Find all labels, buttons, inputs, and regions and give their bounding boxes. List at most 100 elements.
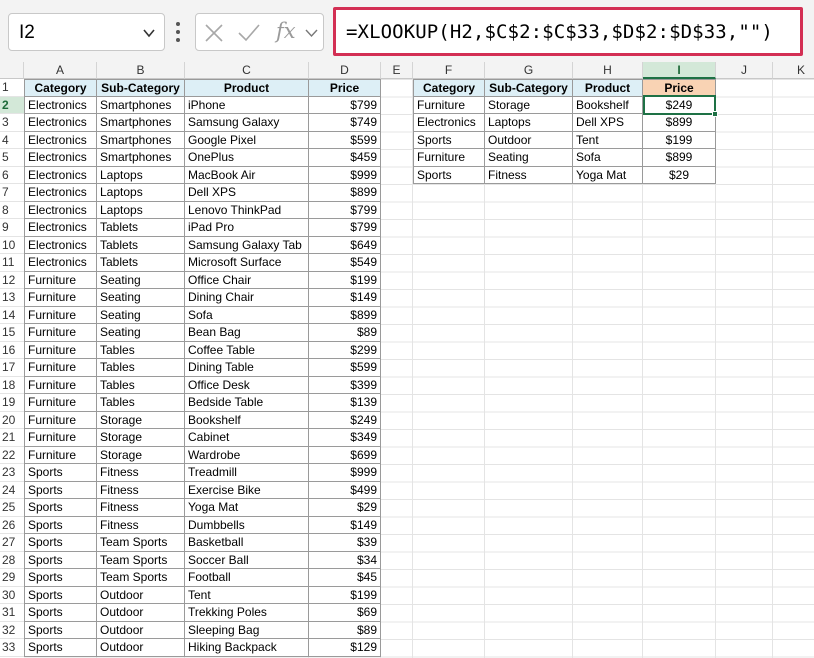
column-header-b[interactable]: B [97, 62, 185, 79]
table1-cell[interactable]: $149 [309, 516, 381, 534]
table1-cell[interactable]: $459 [309, 149, 381, 167]
table2-cell[interactable]: $899 [643, 149, 716, 167]
table2-header-product[interactable]: Product [573, 79, 643, 97]
table1-cell[interactable]: Sports [24, 604, 97, 622]
row-header-9[interactable]: 9 [0, 219, 24, 237]
table1-cell[interactable]: Furniture [24, 429, 97, 447]
row-header-4[interactable]: 4 [0, 131, 24, 149]
table1-cell[interactable]: $999 [309, 464, 381, 482]
table1-cell[interactable]: $599 [309, 359, 381, 377]
table1-cell[interactable]: $89 [309, 621, 381, 639]
table1-cell[interactable]: Furniture [24, 289, 97, 307]
table2-header-category[interactable]: Category [413, 79, 485, 97]
table1-cell[interactable]: $649 [309, 236, 381, 254]
table2-cell[interactable]: Outdoor [485, 131, 573, 149]
table2-cell[interactable]: Furniture [413, 149, 485, 167]
table1-header-subcategory[interactable]: Sub-Category [97, 79, 185, 97]
table1-cell[interactable]: Tables [97, 394, 185, 412]
table2-header-subcategory[interactable]: Sub-Category [485, 79, 573, 97]
table1-cell[interactable]: $199 [309, 586, 381, 604]
table1-cell[interactable]: Tablets [97, 236, 185, 254]
row-header-12[interactable]: 12 [0, 271, 24, 289]
table1-cell[interactable]: Team Sports [97, 551, 185, 569]
table1-cell[interactable]: $699 [309, 446, 381, 464]
table1-cell[interactable]: Dining Chair [185, 289, 309, 307]
table1-cell[interactable]: Basketball [185, 534, 309, 552]
table1-cell[interactable]: $149 [309, 289, 381, 307]
table1-cell[interactable]: Electronics [24, 166, 97, 184]
table1-cell[interactable]: $599 [309, 131, 381, 149]
table1-cell[interactable]: Hiking Backpack [185, 639, 309, 657]
table2-cell[interactable]: Sofa [573, 149, 643, 167]
table1-cell[interactable]: OnePlus [185, 149, 309, 167]
table1-cell[interactable]: $29 [309, 499, 381, 517]
row-header-26[interactable]: 26 [0, 516, 24, 534]
table1-cell[interactable]: Furniture [24, 271, 97, 289]
table1-cell[interactable]: Dumbbells [185, 516, 309, 534]
table1-cell[interactable]: Exercise Bike [185, 481, 309, 499]
table2-cell[interactable]: $29 [643, 166, 716, 184]
column-header-a[interactable]: A [24, 62, 97, 79]
table1-cell[interactable]: Treadmill [185, 464, 309, 482]
select-all-corner[interactable] [0, 62, 24, 79]
row-header-8[interactable]: 8 [0, 201, 24, 219]
table1-cell[interactable]: $799 [309, 96, 381, 114]
table1-cell[interactable]: Google Pixel [185, 131, 309, 149]
table1-header-category[interactable]: Category [24, 79, 97, 97]
table2-cell[interactable]: Seating [485, 149, 573, 167]
table1-cell[interactable]: $199 [309, 271, 381, 289]
table2-cell[interactable]: Fitness [485, 166, 573, 184]
table1-cell[interactable]: Electronics [24, 114, 97, 132]
name-box[interactable]: I2 [8, 13, 165, 51]
table1-cell[interactable]: Bean Bag [185, 324, 309, 342]
row-header-11[interactable]: 11 [0, 254, 24, 272]
table1-cell[interactable]: Sports [24, 621, 97, 639]
table1-cell[interactable]: Electronics [24, 96, 97, 114]
row-header-2[interactable]: 2 [0, 96, 24, 114]
table1-cell[interactable]: Team Sports [97, 534, 185, 552]
table1-cell[interactable]: Sports [24, 551, 97, 569]
table1-cell[interactable]: Smartphones [97, 131, 185, 149]
table1-cell[interactable]: $129 [309, 639, 381, 657]
insert-function-icon[interactable]: fx [276, 19, 296, 43]
table1-cell[interactable]: $34 [309, 551, 381, 569]
table1-cell[interactable]: Tables [97, 359, 185, 377]
table1-cell[interactable]: MacBook Air [185, 166, 309, 184]
row-header-28[interactable]: 28 [0, 551, 24, 569]
table1-cell[interactable]: Dining Table [185, 359, 309, 377]
table1-cell[interactable]: Electronics [24, 254, 97, 272]
table1-cell[interactable]: Storage [97, 411, 185, 429]
table1-cell[interactable]: Office Chair [185, 271, 309, 289]
table1-cell[interactable]: Soccer Ball [185, 551, 309, 569]
table1-cell[interactable]: Smartphones [97, 114, 185, 132]
table1-cell[interactable]: Cabinet [185, 429, 309, 447]
table1-cell[interactable]: Electronics [24, 184, 97, 202]
row-header-19[interactable]: 19 [0, 394, 24, 412]
table1-cell[interactable]: $299 [309, 341, 381, 359]
column-header-d[interactable]: D [309, 62, 381, 79]
table2-header-price[interactable]: Price [643, 79, 716, 97]
table1-cell[interactable]: Fitness [97, 499, 185, 517]
table2-cell[interactable]: Tent [573, 131, 643, 149]
table1-cell[interactable]: Wardrobe [185, 446, 309, 464]
table1-cell[interactable]: Storage [97, 446, 185, 464]
table1-cell[interactable]: $249 [309, 411, 381, 429]
table1-cell[interactable]: Electronics [24, 149, 97, 167]
row-header-23[interactable]: 23 [0, 464, 24, 482]
table1-cell[interactable]: Football [185, 569, 309, 587]
table1-cell[interactable]: $499 [309, 481, 381, 499]
table1-cell[interactable]: $899 [309, 184, 381, 202]
table1-cell[interactable]: Laptops [97, 201, 185, 219]
table1-cell[interactable]: Furniture [24, 376, 97, 394]
table1-cell[interactable]: Smartphones [97, 149, 185, 167]
row-header-31[interactable]: 31 [0, 604, 24, 622]
table1-cell[interactable]: $139 [309, 394, 381, 412]
table1-cell[interactable]: Outdoor [97, 621, 185, 639]
table1-cell[interactable]: $39 [309, 534, 381, 552]
table1-cell[interactable]: Sports [24, 534, 97, 552]
row-header-18[interactable]: 18 [0, 376, 24, 394]
row-header-30[interactable]: 30 [0, 586, 24, 604]
table1-cell[interactable]: Outdoor [97, 604, 185, 622]
row-header-27[interactable]: 27 [0, 534, 24, 552]
row-header-16[interactable]: 16 [0, 341, 24, 359]
